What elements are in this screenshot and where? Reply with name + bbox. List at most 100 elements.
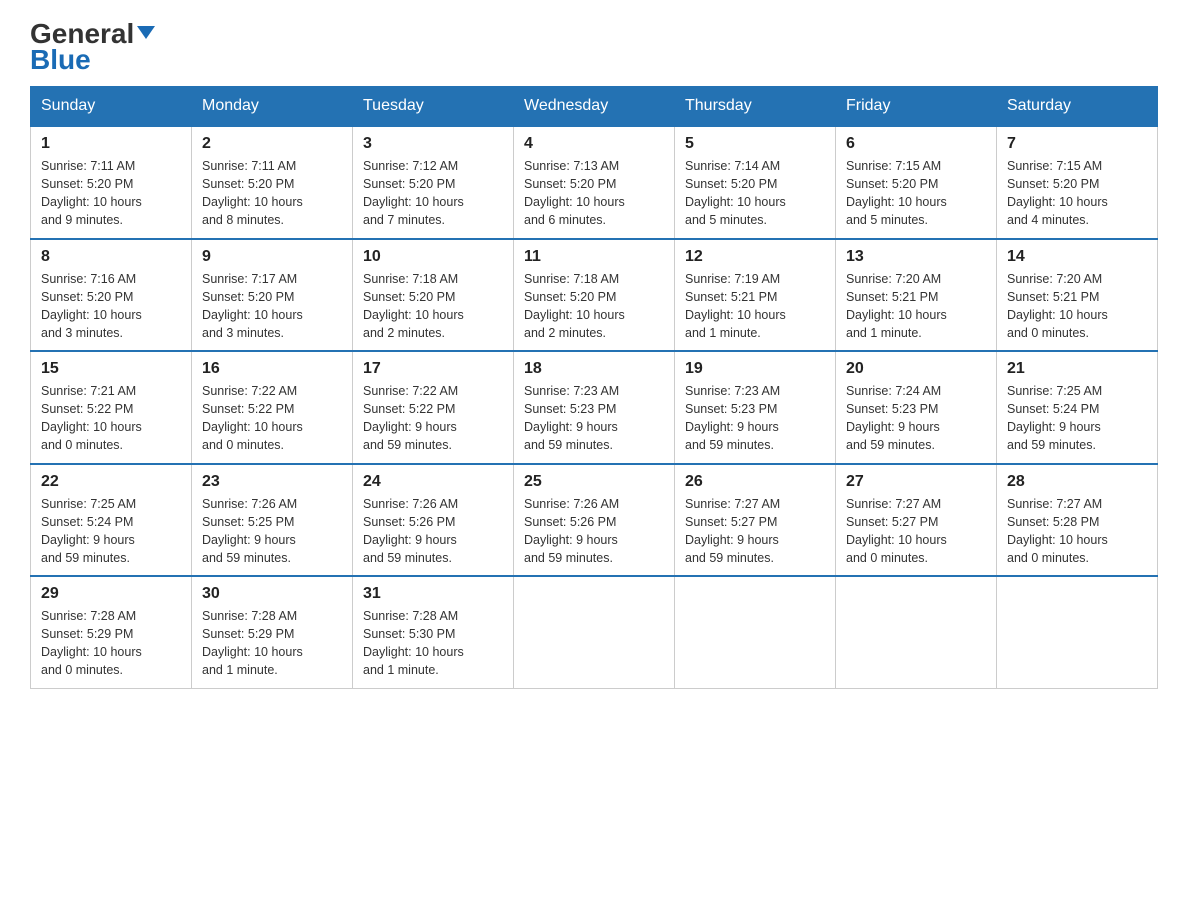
calendar-cell: 5 Sunrise: 7:14 AMSunset: 5:20 PMDaylight… bbox=[675, 126, 836, 239]
calendar-cell: 15 Sunrise: 7:21 AMSunset: 5:22 PMDayligh… bbox=[31, 351, 192, 464]
day-info: Sunrise: 7:19 AMSunset: 5:21 PMDaylight:… bbox=[685, 270, 825, 343]
calendar-cell: 3Sunrise: 7:12 AMSunset: 5:20 PMDaylight… bbox=[353, 126, 514, 239]
day-info: Sunrise: 7:17 AMSunset: 5:20 PMDaylight:… bbox=[202, 270, 342, 343]
calendar-cell: 29 Sunrise: 7:28 AMSunset: 5:29 PMDayligh… bbox=[31, 576, 192, 688]
day-info: Sunrise: 7:15 AMSunset: 5:20 PMDaylight:… bbox=[846, 157, 986, 230]
day-number: 27 bbox=[846, 473, 986, 491]
day-info: Sunrise: 7:12 AMSunset: 5:20 PMDaylight:… bbox=[363, 157, 503, 230]
day-number: 13 bbox=[846, 248, 986, 266]
week-row-5: 29 Sunrise: 7:28 AMSunset: 5:29 PMDayligh… bbox=[31, 576, 1158, 688]
day-number: 18 bbox=[524, 360, 664, 378]
day-info: Sunrise: 7:28 AMSunset: 5:30 PMDaylight:… bbox=[363, 607, 503, 680]
col-header-sunday: Sunday bbox=[31, 87, 192, 127]
calendar-cell: 30 Sunrise: 7:28 AMSunset: 5:29 PMDayligh… bbox=[192, 576, 353, 688]
day-number: 24 bbox=[363, 473, 503, 491]
week-row-3: 15 Sunrise: 7:21 AMSunset: 5:22 PMDayligh… bbox=[31, 351, 1158, 464]
calendar-cell: 31 Sunrise: 7:28 AMSunset: 5:30 PMDayligh… bbox=[353, 576, 514, 688]
week-row-1: 1 Sunrise: 7:11 AMSunset: 5:20 PMDaylight… bbox=[31, 126, 1158, 239]
calendar-table: SundayMondayTuesdayWednesdayThursdayFrid… bbox=[30, 86, 1158, 689]
day-info: Sunrise: 7:28 AMSunset: 5:29 PMDaylight:… bbox=[202, 607, 342, 680]
day-number: 2 bbox=[202, 135, 342, 153]
day-info: Sunrise: 7:11 AMSunset: 5:20 PMDaylight:… bbox=[202, 157, 342, 230]
calendar-cell: 20 Sunrise: 7:24 AMSunset: 5:23 PMDayligh… bbox=[836, 351, 997, 464]
day-info: Sunrise: 7:28 AMSunset: 5:29 PMDaylight:… bbox=[41, 607, 181, 680]
day-number: 17 bbox=[363, 360, 503, 378]
calendar-cell bbox=[997, 576, 1158, 688]
calendar-header-row: SundayMondayTuesdayWednesdayThursdayFrid… bbox=[31, 87, 1158, 127]
page-header: General Blue bbox=[30, 20, 1158, 76]
day-number: 31 bbox=[363, 585, 503, 603]
logo: General Blue bbox=[30, 20, 155, 76]
calendar-cell: 12 Sunrise: 7:19 AMSunset: 5:21 PMDayligh… bbox=[675, 239, 836, 352]
day-number: 5 bbox=[685, 135, 825, 153]
calendar-cell: 13Sunrise: 7:20 AMSunset: 5:21 PMDayligh… bbox=[836, 239, 997, 352]
day-number: 29 bbox=[41, 585, 181, 603]
calendar-cell: 4 Sunrise: 7:13 AMSunset: 5:20 PMDaylight… bbox=[514, 126, 675, 239]
day-info: Sunrise: 7:21 AMSunset: 5:22 PMDaylight:… bbox=[41, 382, 181, 455]
day-info: Sunrise: 7:15 AMSunset: 5:20 PMDaylight:… bbox=[1007, 157, 1147, 230]
col-header-thursday: Thursday bbox=[675, 87, 836, 127]
day-number: 16 bbox=[202, 360, 342, 378]
day-number: 10 bbox=[363, 248, 503, 266]
calendar-cell: 28Sunrise: 7:27 AMSunset: 5:28 PMDayligh… bbox=[997, 464, 1158, 577]
day-info: Sunrise: 7:25 AMSunset: 5:24 PMDaylight:… bbox=[1007, 382, 1147, 455]
day-number: 9 bbox=[202, 248, 342, 266]
day-info: Sunrise: 7:18 AMSunset: 5:20 PMDaylight:… bbox=[363, 270, 503, 343]
calendar-cell: 6 Sunrise: 7:15 AMSunset: 5:20 PMDaylight… bbox=[836, 126, 997, 239]
calendar-cell: 18 Sunrise: 7:23 AMSunset: 5:23 PMDayligh… bbox=[514, 351, 675, 464]
day-info: Sunrise: 7:22 AMSunset: 5:22 PMDaylight:… bbox=[363, 382, 503, 455]
col-header-wednesday: Wednesday bbox=[514, 87, 675, 127]
day-number: 28 bbox=[1007, 473, 1147, 491]
day-number: 7 bbox=[1007, 135, 1147, 153]
calendar-cell: 25Sunrise: 7:26 AMSunset: 5:26 PMDayligh… bbox=[514, 464, 675, 577]
day-number: 25 bbox=[524, 473, 664, 491]
day-number: 23 bbox=[202, 473, 342, 491]
calendar-cell: 17 Sunrise: 7:22 AMSunset: 5:22 PMDayligh… bbox=[353, 351, 514, 464]
day-number: 15 bbox=[41, 360, 181, 378]
day-info: Sunrise: 7:26 AMSunset: 5:26 PMDaylight:… bbox=[363, 495, 503, 568]
day-info: Sunrise: 7:22 AMSunset: 5:22 PMDaylight:… bbox=[202, 382, 342, 455]
calendar-cell: 26Sunrise: 7:27 AMSunset: 5:27 PMDayligh… bbox=[675, 464, 836, 577]
day-number: 6 bbox=[846, 135, 986, 153]
calendar-cell: 21Sunrise: 7:25 AMSunset: 5:24 PMDayligh… bbox=[997, 351, 1158, 464]
calendar-cell: 9 Sunrise: 7:17 AMSunset: 5:20 PMDaylight… bbox=[192, 239, 353, 352]
day-info: Sunrise: 7:14 AMSunset: 5:20 PMDaylight:… bbox=[685, 157, 825, 230]
day-number: 30 bbox=[202, 585, 342, 603]
calendar-cell: 8Sunrise: 7:16 AMSunset: 5:20 PMDaylight… bbox=[31, 239, 192, 352]
col-header-saturday: Saturday bbox=[997, 87, 1158, 127]
day-info: Sunrise: 7:11 AMSunset: 5:20 PMDaylight:… bbox=[41, 157, 181, 230]
day-number: 1 bbox=[41, 135, 181, 153]
day-number: 8 bbox=[41, 248, 181, 266]
calendar-cell bbox=[836, 576, 997, 688]
day-info: Sunrise: 7:23 AMSunset: 5:23 PMDaylight:… bbox=[685, 382, 825, 455]
calendar-cell: 2 Sunrise: 7:11 AMSunset: 5:20 PMDaylight… bbox=[192, 126, 353, 239]
calendar-cell: 24 Sunrise: 7:26 AMSunset: 5:26 PMDayligh… bbox=[353, 464, 514, 577]
day-info: Sunrise: 7:27 AMSunset: 5:27 PMDaylight:… bbox=[685, 495, 825, 568]
week-row-2: 8Sunrise: 7:16 AMSunset: 5:20 PMDaylight… bbox=[31, 239, 1158, 352]
day-info: Sunrise: 7:18 AMSunset: 5:20 PMDaylight:… bbox=[524, 270, 664, 343]
day-info: Sunrise: 7:24 AMSunset: 5:23 PMDaylight:… bbox=[846, 382, 986, 455]
calendar-cell: 14Sunrise: 7:20 AMSunset: 5:21 PMDayligh… bbox=[997, 239, 1158, 352]
day-info: Sunrise: 7:23 AMSunset: 5:23 PMDaylight:… bbox=[524, 382, 664, 455]
day-number: 4 bbox=[524, 135, 664, 153]
calendar-cell: 19Sunrise: 7:23 AMSunset: 5:23 PMDayligh… bbox=[675, 351, 836, 464]
calendar-cell: 7 Sunrise: 7:15 AMSunset: 5:20 PMDaylight… bbox=[997, 126, 1158, 239]
col-header-monday: Monday bbox=[192, 87, 353, 127]
day-info: Sunrise: 7:26 AMSunset: 5:25 PMDaylight:… bbox=[202, 495, 342, 568]
calendar-cell: 23 Sunrise: 7:26 AMSunset: 5:25 PMDayligh… bbox=[192, 464, 353, 577]
day-number: 20 bbox=[846, 360, 986, 378]
day-number: 22 bbox=[41, 473, 181, 491]
week-row-4: 22 Sunrise: 7:25 AMSunset: 5:24 PMDayligh… bbox=[31, 464, 1158, 577]
day-info: Sunrise: 7:25 AMSunset: 5:24 PMDaylight:… bbox=[41, 495, 181, 568]
day-info: Sunrise: 7:13 AMSunset: 5:20 PMDaylight:… bbox=[524, 157, 664, 230]
day-info: Sunrise: 7:27 AMSunset: 5:27 PMDaylight:… bbox=[846, 495, 986, 568]
calendar-cell bbox=[514, 576, 675, 688]
calendar-cell: 10 Sunrise: 7:18 AMSunset: 5:20 PMDayligh… bbox=[353, 239, 514, 352]
day-number: 11 bbox=[524, 248, 664, 266]
day-number: 12 bbox=[685, 248, 825, 266]
calendar-cell: 27 Sunrise: 7:27 AMSunset: 5:27 PMDayligh… bbox=[836, 464, 997, 577]
day-info: Sunrise: 7:20 AMSunset: 5:21 PMDaylight:… bbox=[1007, 270, 1147, 343]
col-header-friday: Friday bbox=[836, 87, 997, 127]
calendar-cell: 11 Sunrise: 7:18 AMSunset: 5:20 PMDayligh… bbox=[514, 239, 675, 352]
logo-blue: Blue bbox=[30, 44, 91, 76]
